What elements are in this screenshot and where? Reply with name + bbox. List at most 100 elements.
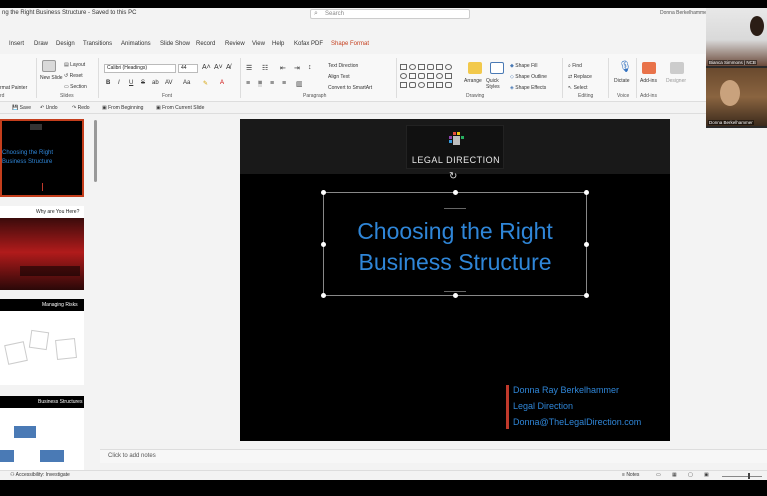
resize-handle[interactable] <box>453 190 458 195</box>
tab-design[interactable]: Design <box>56 41 75 47</box>
align-right-icon[interactable]: ≡ <box>270 80 274 87</box>
shape-rect[interactable] <box>418 64 425 70</box>
font-size-box[interactable]: 44 <box>178 64 198 73</box>
highlight-icon[interactable]: ✎ <box>203 80 208 87</box>
save-button[interactable]: 💾 Save <box>12 105 31 111</box>
shape-oval[interactable] <box>436 73 443 79</box>
search-box[interactable]: ⌕ Search <box>310 9 470 19</box>
quick-styles-button[interactable]: Quick Styles <box>486 78 508 90</box>
grow-font-icon[interactable]: A˄ <box>202 64 211 71</box>
notes-pane[interactable]: Click to add notes <box>100 449 767 463</box>
slide-canvas[interactable]: LEGAL DIRECTION ↻ Choosing the Right Bus… <box>240 119 670 441</box>
tab-record[interactable]: Record <box>196 41 215 47</box>
shape-outline-button[interactable]: ◇ Shape Outline <box>510 74 547 80</box>
slide-thumbnail-2[interactable]: Why are You Here? <box>0 206 84 290</box>
slide-sorter-icon[interactable]: ▦ <box>672 472 677 478</box>
font-name-box[interactable]: Calibri (Headings) <box>104 64 176 73</box>
from-beginning-button[interactable]: ▣ From Beginning <box>102 105 143 111</box>
new-slide-button[interactable]: New Slide <box>40 75 63 81</box>
resize-handle[interactable] <box>584 293 589 298</box>
slide-thumbnail-1[interactable]: Choosing the Right Business Structure <box>0 119 84 197</box>
bold-button[interactable]: B <box>106 80 110 86</box>
strikethrough-button[interactable]: S <box>141 80 145 86</box>
layout-button[interactable]: ▤ Layout <box>64 62 85 68</box>
shape-oval[interactable] <box>418 82 425 88</box>
normal-view-icon[interactable]: ▭ <box>656 472 661 478</box>
shape-oval[interactable] <box>409 64 416 70</box>
shape-rect[interactable] <box>427 82 434 88</box>
resize-handle[interactable] <box>321 293 326 298</box>
numbering-icon[interactable]: ☷ <box>262 64 268 72</box>
shape-rounded[interactable] <box>427 64 434 70</box>
dictate-button[interactable]: Dictate <box>614 78 630 84</box>
designer-button[interactable]: Designer <box>666 78 686 84</box>
underline-button[interactable]: U <box>129 80 133 86</box>
video-tile-1[interactable]: Bianca Simmons | NCB <box>706 8 767 66</box>
tab-insert[interactable]: Insert <box>9 41 24 47</box>
resize-handle[interactable] <box>321 190 326 195</box>
resize-handle[interactable] <box>453 293 458 298</box>
shape-rounded[interactable] <box>409 82 416 88</box>
video-tile-2[interactable]: Donna Berkelhammer <box>706 68 767 126</box>
zoom-thumb[interactable] <box>748 473 750 479</box>
shape-oval[interactable] <box>400 73 407 79</box>
shapes-gallery[interactable] <box>400 64 462 92</box>
shape-rounded[interactable] <box>445 82 452 88</box>
tab-help[interactable]: Help <box>272 41 284 47</box>
clear-format-icon[interactable]: A̸ <box>226 64 231 71</box>
format-painter-button[interactable]: rmat Painter <box>0 85 27 91</box>
convert-smartart-button[interactable]: Convert to SmartArt <box>328 85 372 91</box>
legal-direction-logo[interactable]: LEGAL DIRECTION <box>406 125 504 169</box>
presenter-info[interactable]: Donna Ray Berkelhammer Legal Direction D… <box>513 382 641 430</box>
shape-rounded[interactable] <box>418 73 425 79</box>
reading-view-icon[interactable]: ▢ <box>688 472 693 478</box>
align-left-icon[interactable]: ≡ <box>246 80 250 87</box>
select-button[interactable]: ↖ Select <box>568 85 588 91</box>
shape-fill-button[interactable]: ◆ Shape Fill <box>510 63 537 69</box>
text-direction-button[interactable]: Text Direction <box>328 63 358 69</box>
tab-kofax-pdf[interactable]: Kofax PDF <box>294 41 323 47</box>
accessibility-checker[interactable]: ⚇ Accessibility: Investigate <box>10 472 70 478</box>
replace-button[interactable]: ⇄ Replace <box>568 74 592 80</box>
slide-thumbnail-3[interactable]: Managing Risks <box>0 299 84 385</box>
shape-rect[interactable] <box>445 73 452 79</box>
designer-icon[interactable] <box>670 62 684 74</box>
shape-rect[interactable] <box>436 82 443 88</box>
shape-rect[interactable] <box>427 73 434 79</box>
increase-indent-icon[interactable]: ⇥ <box>294 64 300 72</box>
arrange-icon[interactable] <box>468 62 482 74</box>
resize-handle[interactable] <box>584 190 589 195</box>
notes-toggle[interactable]: ≡ Notes <box>622 472 639 478</box>
find-button[interactable]: ⌕ Find <box>568 63 582 69</box>
change-case-button[interactable]: Aa <box>183 80 190 86</box>
redo-button[interactable]: ↷ Redo <box>72 105 90 111</box>
slide-thumbnail-4[interactable]: Business Structures <box>0 396 84 472</box>
add-ins-icon[interactable] <box>642 62 656 74</box>
align-text-button[interactable]: Align Text <box>328 74 350 80</box>
slideshow-view-icon[interactable]: ▣ <box>704 472 709 478</box>
columns-icon[interactable]: ▥ <box>296 80 303 88</box>
shape-rect[interactable] <box>436 64 443 70</box>
bullets-icon[interactable]: ☰ <box>246 64 252 72</box>
rotate-handle-icon[interactable]: ↻ <box>449 171 457 182</box>
justify-icon[interactable]: ≡ <box>282 80 286 87</box>
slide-title[interactable]: Choosing the Right Business Structure <box>323 216 587 278</box>
add-ins-button[interactable]: Add-ins <box>640 78 657 84</box>
shape-oval[interactable] <box>445 64 452 70</box>
undo-button[interactable]: ↶ Undo <box>40 105 58 111</box>
tab-shape-format[interactable]: Shape Format <box>331 41 369 47</box>
decrease-indent-icon[interactable]: ⇤ <box>280 64 286 72</box>
quick-styles-icon[interactable] <box>490 62 504 74</box>
microphone-icon[interactable]: 🎙 <box>618 60 632 73</box>
tab-transitions[interactable]: Transitions <box>83 41 112 47</box>
shrink-font-icon[interactable]: A˅ <box>214 64 223 71</box>
tab-review[interactable]: Review <box>225 41 245 47</box>
italic-button[interactable]: I <box>118 80 120 86</box>
reset-button[interactable]: ↺ Reset <box>64 73 83 79</box>
line-spacing-icon[interactable]: ↕ <box>308 64 312 71</box>
spacing-button[interactable]: AV <box>165 80 173 86</box>
font-color-icon[interactable]: A <box>220 80 224 86</box>
tab-draw[interactable]: Draw <box>34 41 48 47</box>
section-button[interactable]: ▭ Section <box>64 84 87 90</box>
arrange-button[interactable]: Arrange <box>464 78 482 84</box>
